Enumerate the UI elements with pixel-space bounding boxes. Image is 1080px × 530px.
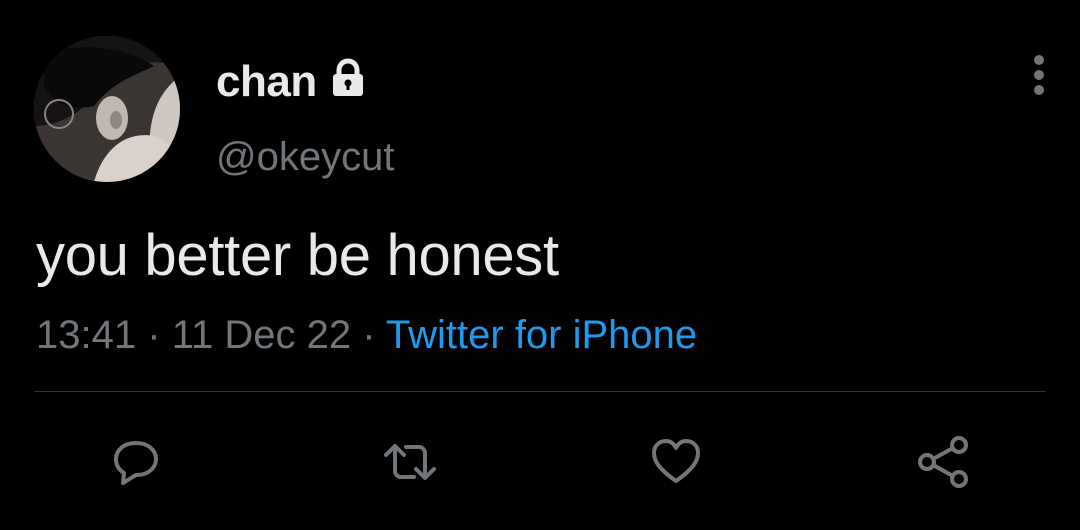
- avatar-image: [34, 36, 180, 182]
- user-handle[interactable]: @okeycut: [216, 134, 394, 180]
- divider: [34, 391, 1046, 392]
- share-button[interactable]: [914, 432, 974, 492]
- reply-button[interactable]: [106, 432, 166, 492]
- meta-separator: ·: [147, 313, 161, 357]
- tweet-source-link[interactable]: Twitter for iPhone: [386, 313, 697, 357]
- meta-separator: ·: [362, 313, 376, 357]
- retweet-button[interactable]: [380, 432, 440, 492]
- tweet-meta: 13:41 · 11 Dec 22 · Twitter for iPhone: [36, 310, 697, 360]
- heart-icon: [652, 439, 700, 483]
- retweet-icon: [384, 444, 436, 480]
- avatar[interactable]: [34, 36, 180, 182]
- tweet-text: you better be honest: [36, 223, 559, 288]
- more-vertical-icon[interactable]: [1028, 54, 1050, 100]
- tweet-time[interactable]: 13:41: [36, 313, 136, 357]
- share-icon: [918, 436, 968, 488]
- display-name[interactable]: chan: [216, 56, 317, 108]
- lock-icon: [333, 58, 363, 96]
- tweet-date[interactable]: 11 Dec 22: [172, 313, 351, 357]
- reply-icon: [114, 441, 158, 485]
- like-button[interactable]: [646, 432, 706, 492]
